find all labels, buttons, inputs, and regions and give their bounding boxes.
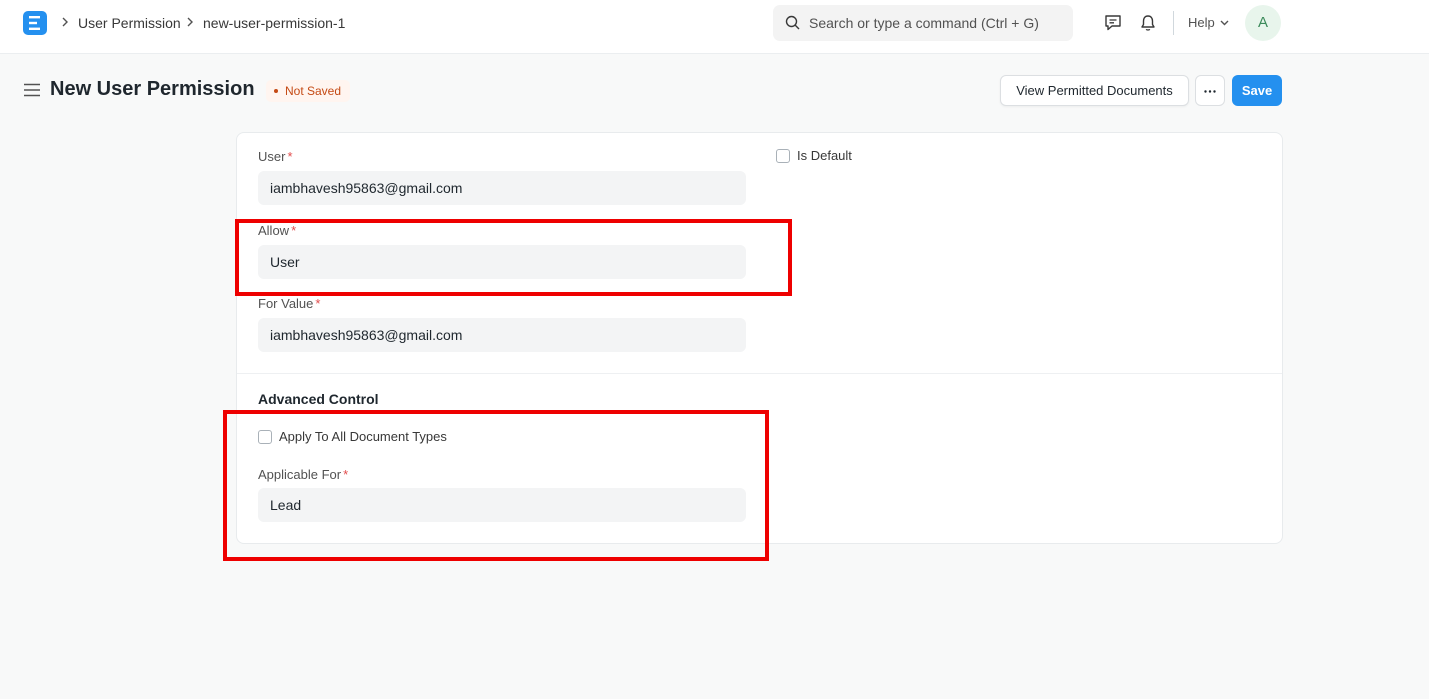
breadcrumb-chevron-icon bbox=[187, 17, 193, 27]
search-icon bbox=[785, 15, 800, 30]
save-button[interactable]: Save bbox=[1232, 75, 1282, 106]
chevron-down-icon[interactable] bbox=[1220, 20, 1229, 26]
advanced-control-heading: Advanced Control bbox=[258, 391, 379, 407]
status-badge: Not Saved bbox=[266, 80, 351, 102]
apply-to-all-label: Apply To All Document Types bbox=[279, 429, 447, 444]
is-default-checkbox[interactable] bbox=[776, 149, 790, 163]
search-bar[interactable] bbox=[773, 5, 1073, 41]
breadcrumb-current-doc[interactable]: new-user-permission-1 bbox=[203, 15, 345, 31]
breadcrumb-user-permission[interactable]: User Permission bbox=[78, 15, 181, 31]
is-default-label: Is Default bbox=[797, 148, 852, 163]
allow-field[interactable] bbox=[258, 245, 746, 279]
hamburger-menu-icon[interactable] bbox=[24, 83, 40, 97]
applicable-for-label: Applicable For * bbox=[258, 467, 349, 482]
section-divider bbox=[237, 373, 1282, 374]
applicable-for-field[interactable] bbox=[258, 488, 746, 522]
navbar-divider bbox=[1173, 11, 1174, 35]
navbar: User Permission new-user-permission-1 He… bbox=[0, 0, 1429, 54]
status-dot bbox=[274, 88, 278, 93]
chat-icon[interactable] bbox=[1103, 13, 1123, 33]
apply-to-all-checkbox[interactable] bbox=[258, 430, 272, 444]
page-title: New User Permission bbox=[50, 78, 255, 100]
ellipsis-icon bbox=[1204, 90, 1216, 93]
user-label: User * bbox=[258, 149, 293, 164]
user-field[interactable] bbox=[258, 171, 746, 205]
for-value-field[interactable] bbox=[258, 318, 746, 352]
view-permitted-documents-button[interactable]: View Permitted Documents bbox=[1000, 75, 1189, 106]
allow-label: Allow * bbox=[258, 223, 297, 238]
search-input[interactable] bbox=[809, 5, 1065, 41]
for-value-label: For Value * bbox=[258, 296, 321, 311]
more-actions-button[interactable] bbox=[1195, 75, 1225, 106]
breadcrumb-chevron-icon bbox=[62, 17, 68, 27]
help-menu[interactable]: Help bbox=[1188, 15, 1215, 30]
status-text: Not Saved bbox=[285, 84, 342, 98]
user-avatar[interactable]: A bbox=[1245, 5, 1281, 41]
bell-icon[interactable] bbox=[1138, 13, 1158, 33]
form-card: User* Is Default Allow* For Value* Advan… bbox=[236, 132, 1283, 544]
app-logo-icon[interactable] bbox=[23, 11, 47, 35]
